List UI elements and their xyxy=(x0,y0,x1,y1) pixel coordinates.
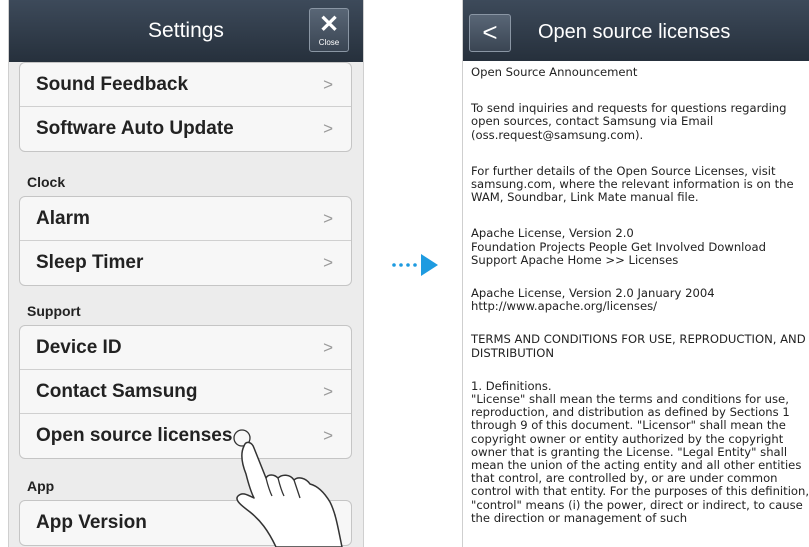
list-item-sound-feedback[interactable]: Sound Feedback > xyxy=(20,63,351,107)
back-button[interactable]: < xyxy=(469,14,511,52)
page-title: Open source licenses xyxy=(538,21,731,43)
right-arrow-icon xyxy=(392,254,438,276)
list-item-contact-samsung[interactable]: Contact Samsung > xyxy=(20,370,351,414)
list-item-sleep-timer[interactable]: Sleep Timer > xyxy=(20,241,351,285)
licenses-header: < Open source licenses xyxy=(463,0,809,61)
pointing-hand-icon xyxy=(233,429,343,547)
section-header-support: Support xyxy=(27,303,81,319)
close-icon: ✕ xyxy=(318,11,340,38)
item-label: Device ID xyxy=(36,337,122,358)
chevron-right-icon: > xyxy=(323,338,333,357)
chevron-right-icon: > xyxy=(323,382,333,401)
license-paragraph: 1. Definitions. "License" shall mean the… xyxy=(471,378,809,525)
license-paragraph: For further details of the Open Source L… xyxy=(471,163,794,205)
settings-screen: Settings ✕ Close Sound Feedback > Softwa… xyxy=(8,0,364,547)
item-label: Sound Feedback xyxy=(36,74,189,95)
settings-header: Settings ✕ Close xyxy=(9,0,363,62)
license-paragraph: Apache License, Version 2.0 January 2004… xyxy=(471,286,715,314)
back-icon: < xyxy=(482,17,498,47)
item-label: Alarm xyxy=(36,208,90,229)
license-paragraph: Apache License, Version 2.0 Foundation P… xyxy=(471,226,766,267)
list-item-software-auto-update[interactable]: Software Auto Update > xyxy=(20,107,351,151)
item-label: Open source licenses xyxy=(36,425,233,446)
license-paragraph: TERMS AND CONDITIONS FOR USE, REPRODUCTI… xyxy=(471,332,806,360)
list-item-device-id[interactable]: Device ID > xyxy=(20,326,351,370)
close-label: Close xyxy=(318,38,340,47)
item-label: App Version xyxy=(36,512,147,533)
licenses-screen: < Open source licenses Open Source Annou… xyxy=(462,0,809,547)
section-header-clock: Clock xyxy=(27,174,66,190)
license-paragraph: To send inquiries and requests for quest… xyxy=(471,101,787,142)
item-label: Software Auto Update xyxy=(36,118,234,139)
license-text[interactable]: Open Source Announcement To send inquiri… xyxy=(471,65,809,547)
chevron-right-icon: > xyxy=(323,75,333,94)
license-paragraph: Open Source Announcement xyxy=(471,65,638,79)
chevron-right-icon: > xyxy=(323,253,333,272)
list-item-alarm[interactable]: Alarm > xyxy=(20,197,351,241)
section-header-app: App xyxy=(27,478,55,494)
item-label: Contact Samsung xyxy=(36,381,198,402)
settings-group-general: Sound Feedback > Software Auto Update > xyxy=(19,62,352,152)
close-button[interactable]: ✕ Close xyxy=(309,8,349,52)
chevron-right-icon: > xyxy=(323,209,333,228)
item-label: Sleep Timer xyxy=(36,252,144,273)
settings-group-clock: Alarm > Sleep Timer > xyxy=(19,196,352,286)
chevron-right-icon: > xyxy=(323,119,333,138)
